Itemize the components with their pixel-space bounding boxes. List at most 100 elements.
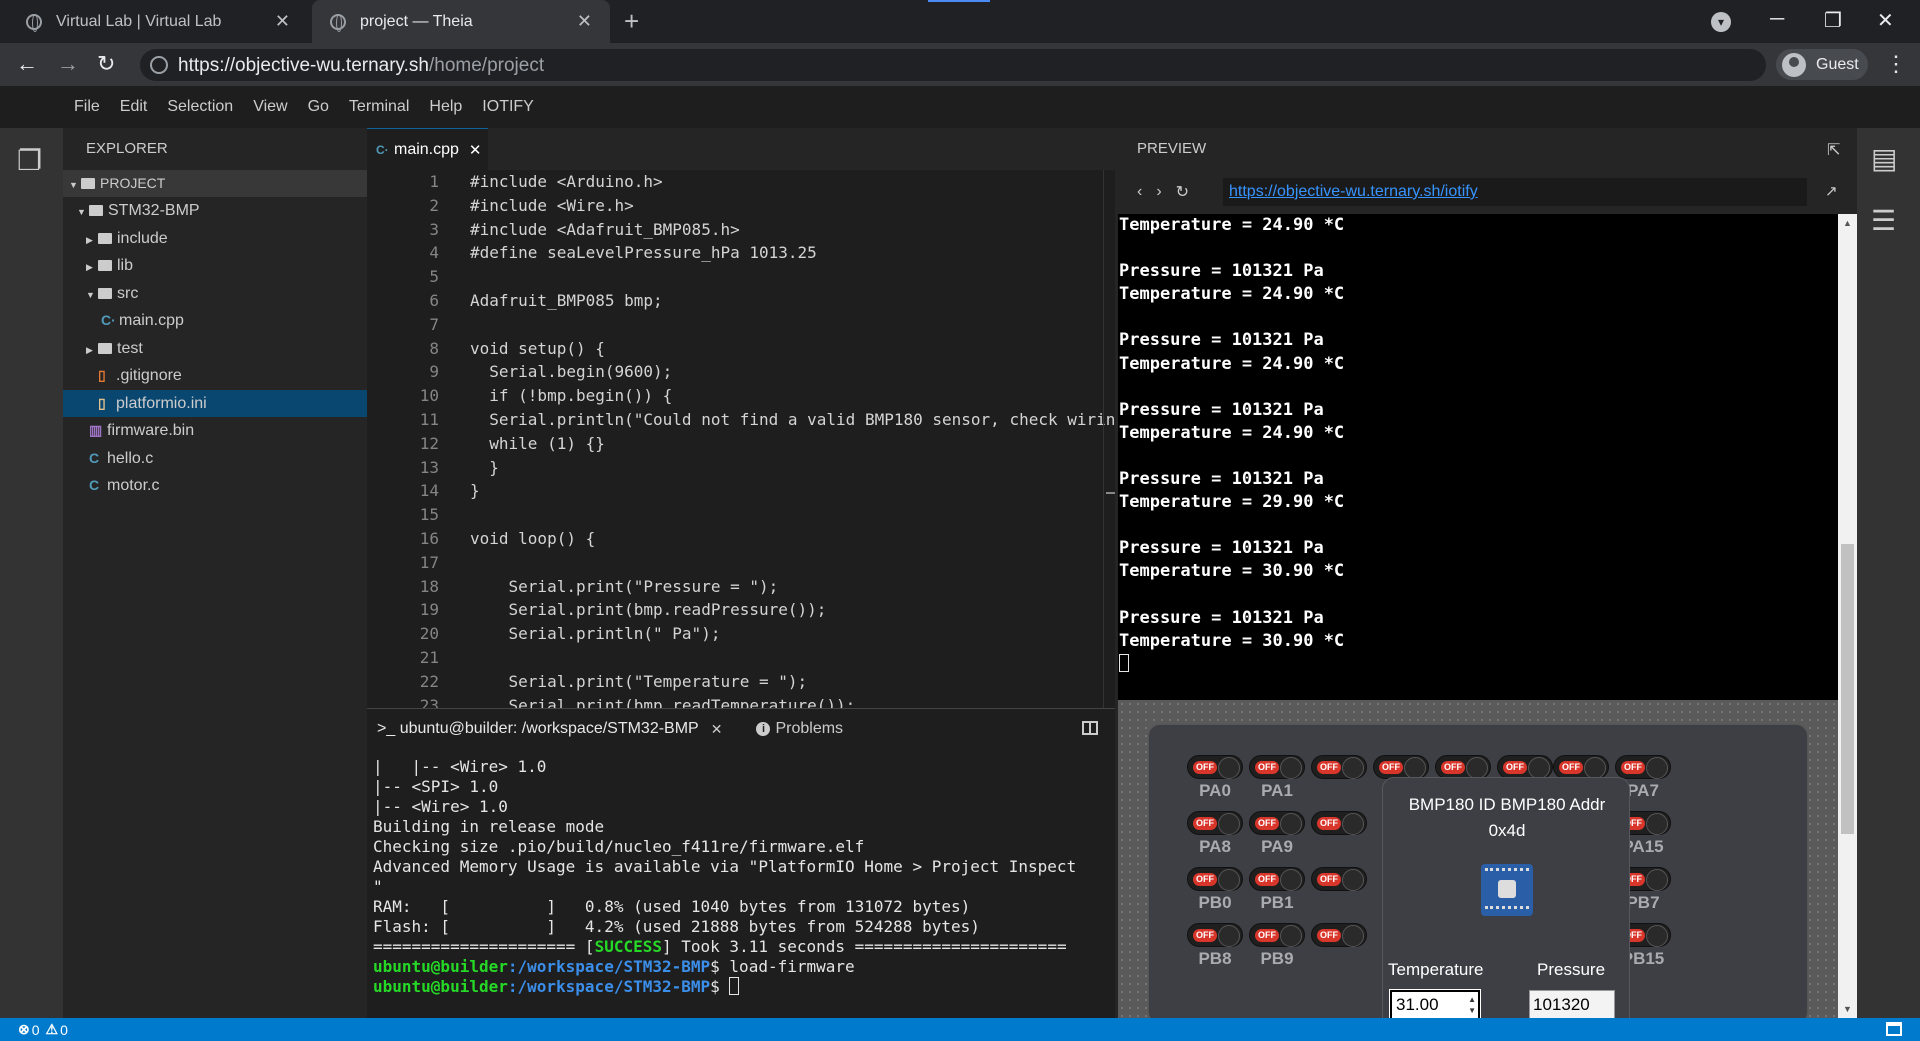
pin-toggle[interactable]: OFF <box>1249 755 1305 779</box>
tree-item-label: test <box>117 339 143 357</box>
pin-toggle[interactable]: OFF <box>1311 811 1367 835</box>
terminal-tab[interactable]: >_ ubuntu@builder: /workspace/STM32-BMP … <box>367 720 722 738</box>
problems-tab[interactable]: i Problems <box>756 720 843 738</box>
line-text: while (1) {} <box>470 433 605 453</box>
notifications-icon[interactable] <box>1886 1022 1902 1036</box>
pin-toggle[interactable]: OFF <box>1373 755 1429 779</box>
tree-item-hello-c[interactable]: Chello.c <box>63 445 367 473</box>
pin-toggle[interactable]: OFF <box>1435 755 1491 779</box>
line-text: Adafruit_BMP085 bmp; <box>470 290 663 310</box>
tree-item-main-cpp[interactable]: C· main.cpp <box>63 307 367 335</box>
serial-line: Temperature = 24.90 *C <box>1119 353 1345 374</box>
close-icon[interactable]: ✕ <box>711 721 723 738</box>
pin-toggle[interactable]: OFF <box>1615 755 1671 779</box>
preview-back-icon[interactable]: ‹ <box>1137 183 1142 201</box>
tree-item-label: include <box>117 229 168 247</box>
serial-line: Pressure = 101321 Pa <box>1119 469 1324 490</box>
pin-toggle[interactable]: OFF <box>1249 867 1305 891</box>
forward-icon[interactable]: → <box>57 51 79 77</box>
terminal-line: | |-- <Wire> 1.0 <box>373 757 547 776</box>
explorer-panel: EXPLORER ▼ PROJECT ▼ STM32-BMP ▶ include ▶ lib… <box>63 128 367 1018</box>
tree-item-test[interactable]: ▶ test <box>63 335 367 363</box>
toggle-state: OFF <box>1379 761 1403 774</box>
restore-icon[interactable]: ❐ <box>1824 8 1842 33</box>
temperature-input[interactable]: 31.00 ▲ ▼ <box>1389 989 1481 1021</box>
line-number: 17 <box>419 552 439 572</box>
preview-scrollbar[interactable]: ▲ ▼ <box>1838 214 1857 1018</box>
split-terminal-icon[interactable] <box>1082 721 1098 735</box>
tree-item-gitignore[interactable]: ▯ .gitignore <box>63 362 367 390</box>
chevron-down-icon[interactable]: ▾ <box>1711 12 1731 32</box>
scrollbar-thumb[interactable] <box>1841 544 1854 834</box>
pin-toggle[interactable]: OFF <box>1249 923 1305 947</box>
git-file-icon: ▯ <box>98 367 106 383</box>
menu-selection[interactable]: Selection <box>167 98 233 116</box>
spinner-icon[interactable]: ▲ ▼ <box>1468 994 1476 1016</box>
pin-toggle[interactable]: OFF <box>1187 811 1243 835</box>
pin-toggle[interactable]: OFF <box>1187 867 1243 891</box>
serial-line <box>1118 445 1838 468</box>
board-area: OFFPA0OFFPA1OFFPA6OFFPA7OFFPA8OFFPA9OFFP… <box>1118 700 1838 1037</box>
reload-icon[interactable]: ↻ <box>97 51 115 77</box>
terminal-output[interactable]: | |-- <Wire> 1.0 |-- <SPI> 1.0 |-- <Wire> … <box>373 757 1109 997</box>
site-info-icon[interactable] <box>150 56 168 74</box>
close-icon[interactable]: ✕ <box>469 141 482 159</box>
new-tab-icon[interactable]: + <box>624 6 639 37</box>
browser-tab-virtual-lab[interactable]: Virtual Lab | Virtual Lab ✕ <box>8 0 308 43</box>
tree-item-include[interactable]: ▶ include <box>63 225 367 253</box>
preview-reload-icon[interactable]: ↻ <box>1176 182 1189 202</box>
avatar-icon <box>1782 52 1806 77</box>
preview-panel-icon[interactable]: ▤ <box>1871 142 1897 175</box>
scroll-down-icon[interactable]: ▼ <box>1843 1004 1852 1014</box>
pressure-input[interactable]: 101320 <box>1529 990 1615 1020</box>
preview-forward-icon[interactable]: › <box>1156 183 1161 201</box>
menu-go[interactable]: Go <box>308 98 329 116</box>
address-bar[interactable]: https://objective-wu.ternary.sh/home/pro… <box>140 49 1766 81</box>
tree-item-platformio-ini[interactable]: ▯ platformio.ini <box>63 389 367 417</box>
pin-toggle[interactable]: OFF <box>1311 867 1367 891</box>
pin-toggle[interactable]: OFF <box>1497 755 1553 779</box>
back-icon[interactable]: ← <box>16 51 38 77</box>
close-icon[interactable]: ✕ <box>275 11 290 32</box>
close-icon[interactable]: ✕ <box>577 11 592 32</box>
pin-toggle[interactable]: OFF <box>1311 923 1367 947</box>
more-menu-icon[interactable]: ⋮ <box>1885 51 1907 77</box>
editor-scrollbar[interactable] <box>1103 170 1116 708</box>
tree-item-src[interactable]: ▼ src <box>63 280 367 308</box>
pin-toggle[interactable]: OFF <box>1187 923 1243 947</box>
menu-file[interactable]: File <box>74 98 100 116</box>
menu-terminal[interactable]: Terminal <box>349 98 409 116</box>
pin-toggle[interactable]: OFF <box>1311 755 1367 779</box>
error-icon[interactable]: ⊗ <box>18 1021 30 1038</box>
explorer-section-project[interactable]: ▼ PROJECT <box>63 170 367 197</box>
minimize-icon[interactable]: ─ <box>1770 8 1784 31</box>
menu-iotify[interactable]: IOTIFY <box>482 98 534 116</box>
browser-tab-theia[interactable]: project — Theia ✕ <box>312 0 610 43</box>
profile-button[interactable]: Guest <box>1776 49 1868 80</box>
line-number: 12 <box>419 433 439 453</box>
line-number: 3 <box>429 219 439 239</box>
menu-edit[interactable]: Edit <box>120 98 148 116</box>
files-icon[interactable]: ❐ <box>17 144 42 177</box>
pop-out-icon[interactable]: ⇱ <box>1827 140 1840 160</box>
terminal-line: " <box>373 877 383 896</box>
open-external-icon[interactable]: ↗ <box>1825 182 1838 200</box>
tree-item-firmware-bin[interactable]: ▥ firmware.bin <box>63 417 367 445</box>
tree-item-stm32-bmp[interactable]: ▼ STM32-BMP <box>63 197 367 225</box>
window-close-icon[interactable]: ✕ <box>1877 8 1894 33</box>
toggle-state: OFF <box>1255 817 1279 830</box>
warning-icon[interactable]: ⚠ <box>46 1021 59 1038</box>
outline-icon[interactable]: ☰ <box>1871 204 1896 237</box>
pin-toggle[interactable]: OFF <box>1249 811 1305 835</box>
toggle-state: OFF <box>1317 929 1341 942</box>
menu-help[interactable]: Help <box>429 98 462 116</box>
editor-tab-main-cpp[interactable]: C· main.cpp ✕ <box>367 128 488 170</box>
menu-view[interactable]: View <box>253 98 287 116</box>
line-text: Serial.begin(9600); <box>470 362 673 382</box>
pin-toggle[interactable]: OFF <box>1187 755 1243 779</box>
tree-item-lib[interactable]: ▶ lib <box>63 252 367 280</box>
preview-url-link[interactable]: https://objective-wu.ternary.sh/iotify <box>1223 178 1807 206</box>
tree-item-motor-c[interactable]: Cmotor.c <box>63 472 367 500</box>
code-area[interactable]: 1 #include <Arduino.h> 2 #include <Wire.h> 3… <box>367 170 1115 708</box>
scroll-up-icon[interactable]: ▲ <box>1843 218 1852 228</box>
